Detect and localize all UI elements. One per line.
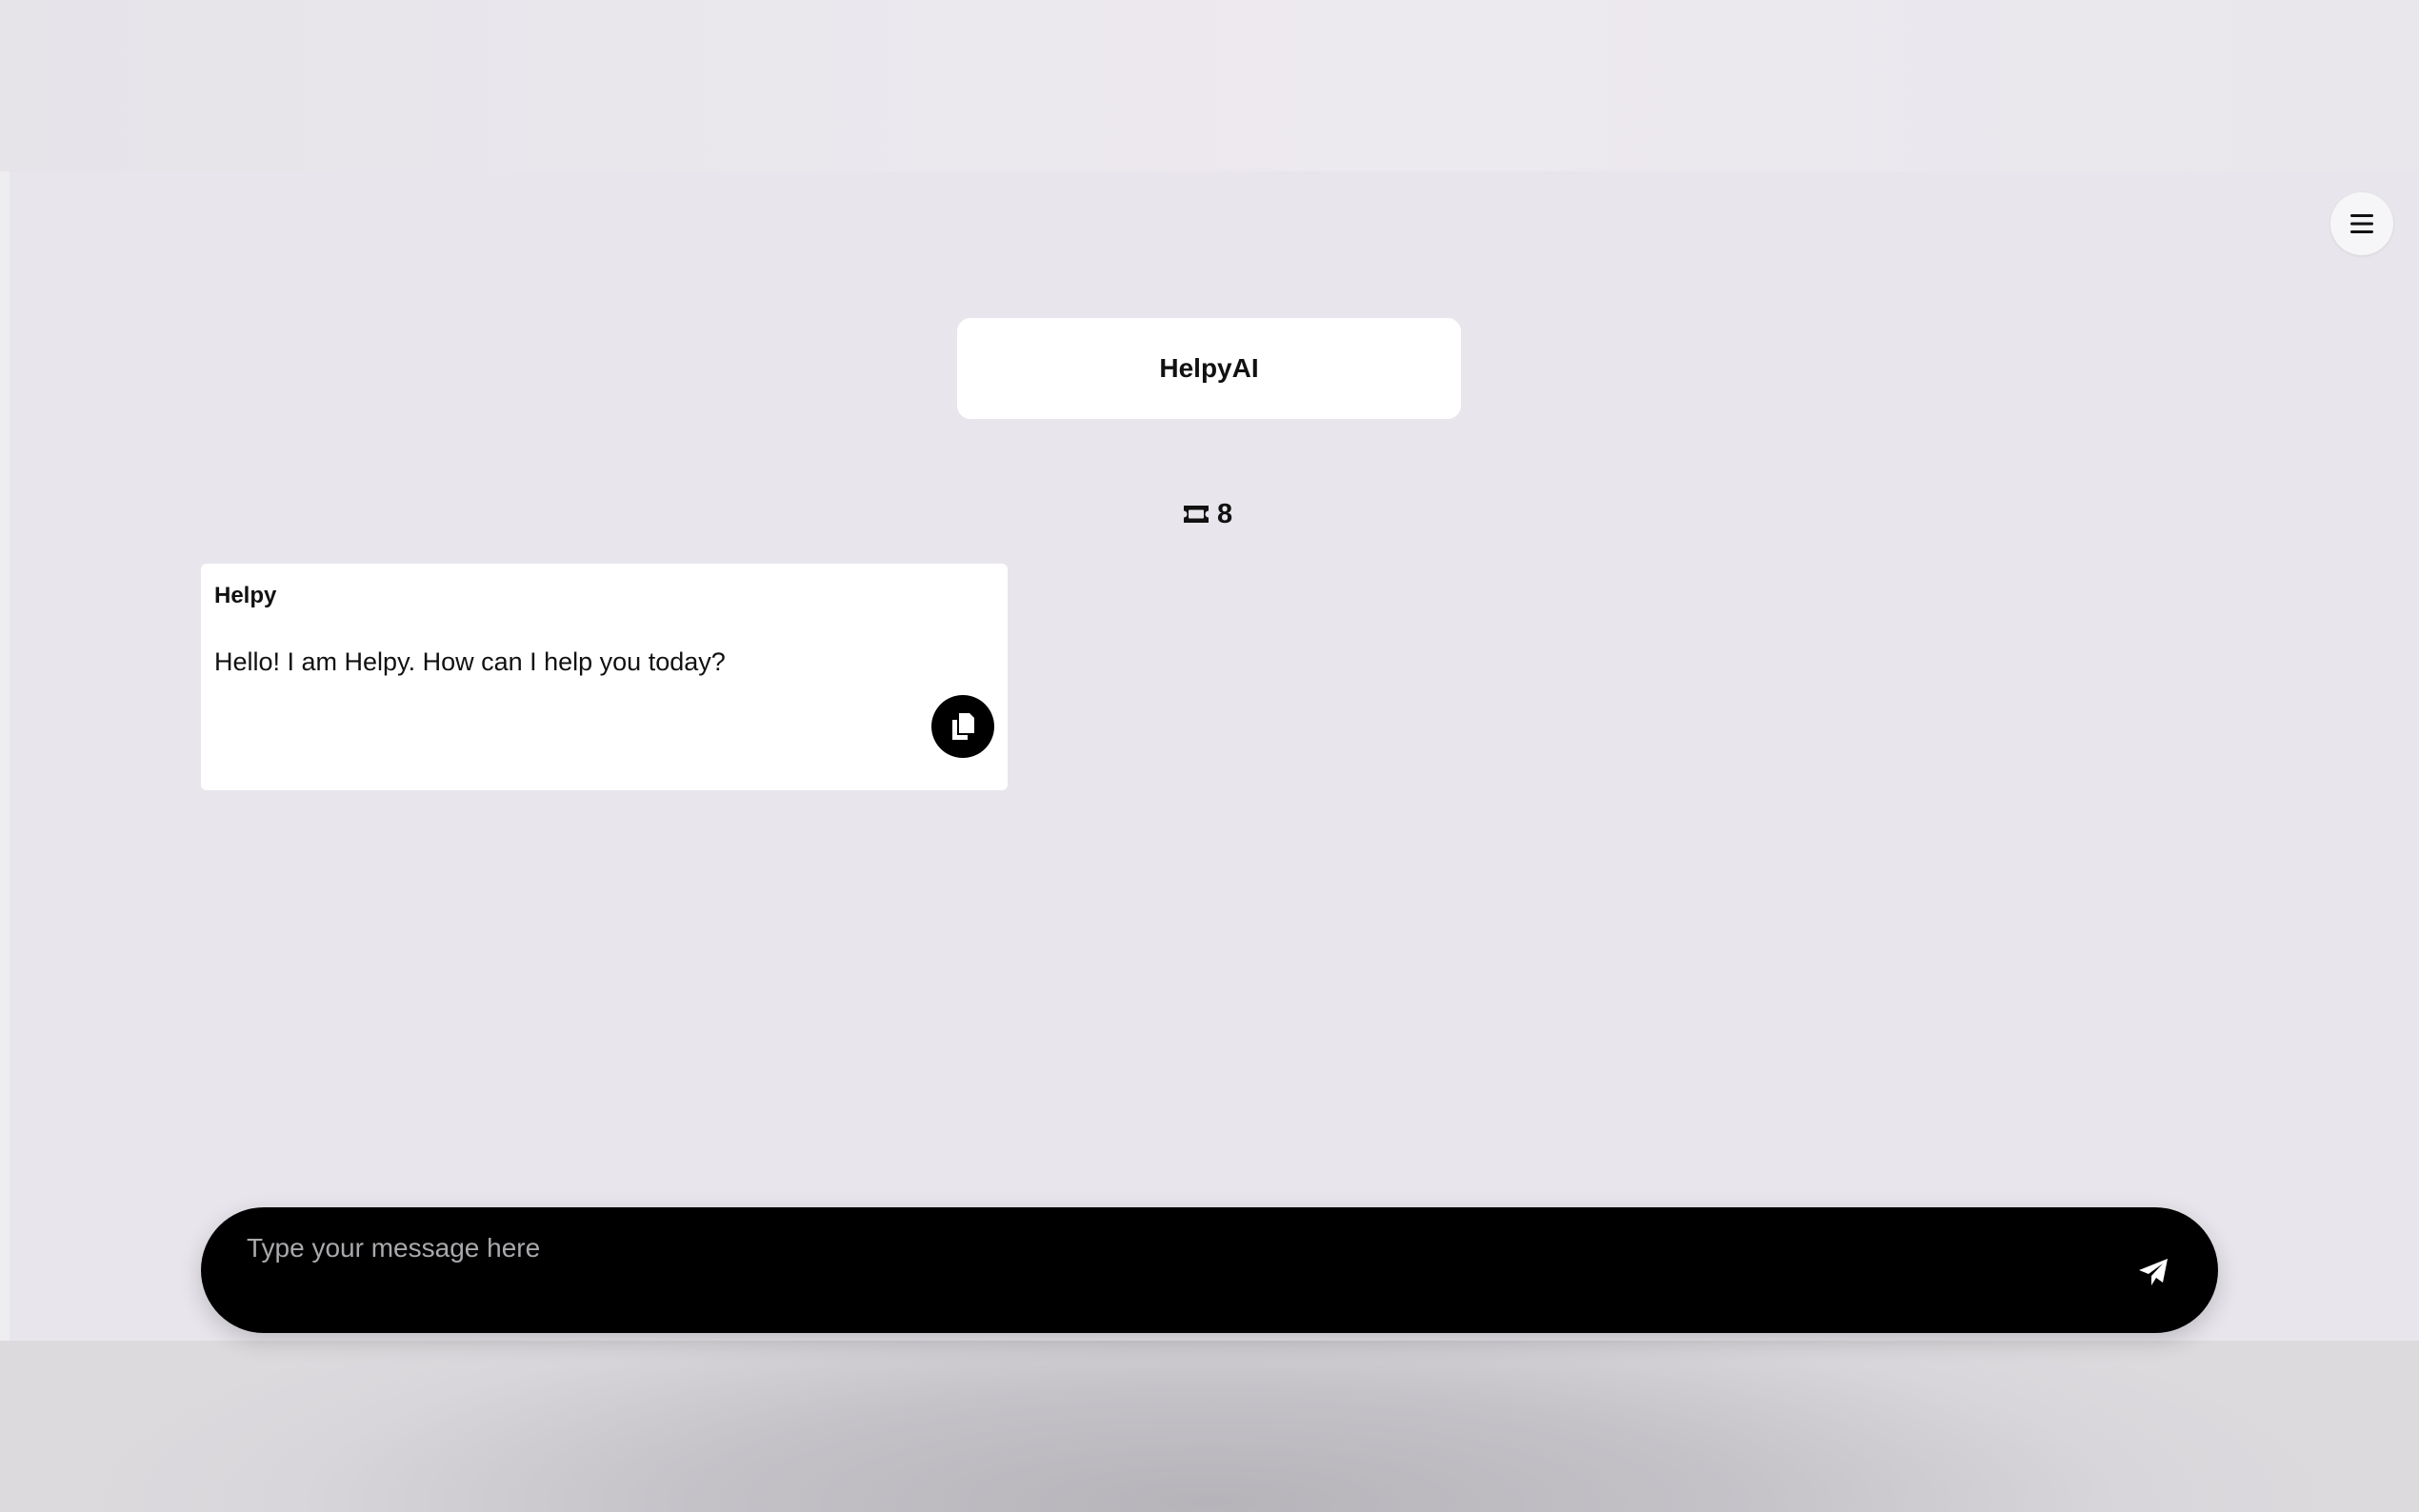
assistant-message: Helpy Hello! I am Helpy. How can I help …: [201, 564, 1008, 790]
top-strip: [0, 0, 2419, 171]
left-edge: [0, 171, 10, 1343]
title-card: HelpyAI: [957, 318, 1461, 419]
bottom-shade: [0, 1341, 2419, 1512]
menu-button[interactable]: [2330, 192, 2393, 255]
copy-button[interactable]: [931, 695, 994, 758]
paper-plane-icon: [2139, 1259, 2168, 1285]
ticket-icon: [1184, 506, 1209, 523]
message-text: Hello! I am Helpy. How can I help you to…: [214, 647, 726, 676]
token-count: 8: [1217, 498, 1233, 529]
token-counter: 8: [1181, 495, 1232, 533]
composer-bar: [201, 1207, 2218, 1333]
hamburger-menu-icon: [2350, 214, 2373, 233]
message-sender: Helpy: [214, 583, 277, 608]
chat-page: HelpyAI 8 Helpy Hello! I am Helpy. How c…: [0, 0, 2419, 1512]
copy-icon: [952, 713, 974, 740]
send-button[interactable]: [2127, 1245, 2180, 1299]
page-title: HelpyAI: [1159, 353, 1259, 383]
message-input[interactable]: [245, 1219, 2058, 1278]
